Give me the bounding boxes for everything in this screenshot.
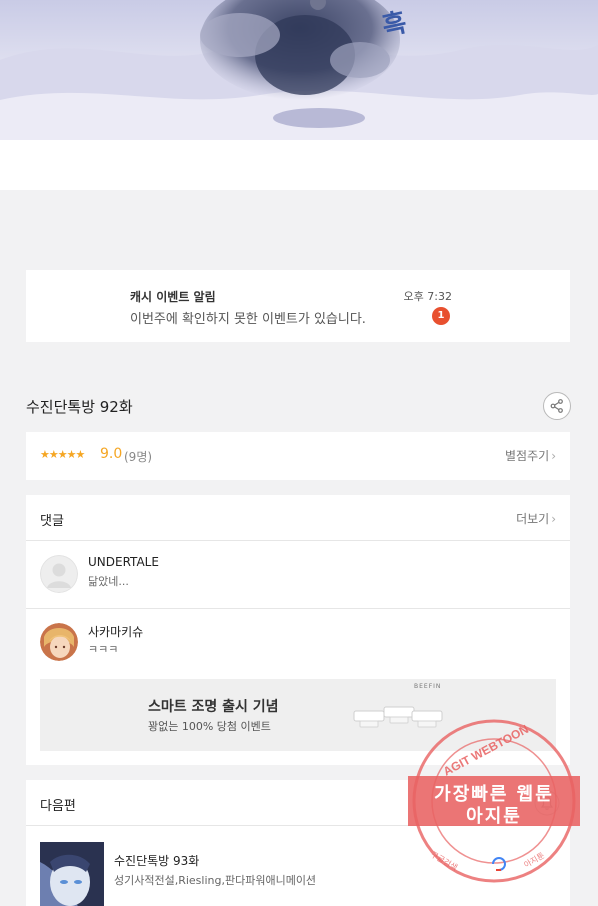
default-avatar-icon <box>40 555 78 593</box>
lamp-product-image <box>353 706 443 728</box>
notification-time: 오후 7:32 <box>403 290 452 303</box>
cash-event-notification[interactable]: 캐시 이벤트 알림 이번주에 확인하지 못한 이벤트가 있습니다. 오후 7:3… <box>26 270 570 342</box>
ad-brand: BEEFIN <box>414 683 442 690</box>
ad-banner[interactable]: 스마트 조명 출시 기념 꽝없는 100% 당첨 이벤트 BEEFIN <box>40 679 556 751</box>
share-icon <box>550 399 563 413</box>
chevron-right-icon: › <box>551 512 556 526</box>
notification-title: 캐시 이벤트 알림 <box>130 290 216 304</box>
avatar <box>40 555 78 593</box>
rating-card: ★★★★★ 9.0 (9명) 별점주기 › <box>26 432 570 480</box>
next-episode-authors: 성기사적전설,Riesling,판다파워애니메이션 <box>114 874 317 887</box>
rating-score: 9.0 <box>100 446 123 462</box>
comments-section: 댓글 더보기 › UNDERTALE 닮았네... 사카마키슈 ㅋㅋㅋ 스마트 … <box>26 495 570 765</box>
comments-title: 댓글 <box>40 514 64 529</box>
user-avatar-image <box>40 623 78 661</box>
notification-badge: 1 <box>432 307 450 325</box>
chevron-right-icon: › <box>551 449 556 463</box>
next-episode-header: 다음편 <box>26 780 570 826</box>
comments-header: 댓글 더보기 › <box>26 495 570 541</box>
comment-item[interactable]: UNDERTALE 닮았네... <box>26 541 570 609</box>
webtoon-panel: 흑 <box>0 0 598 190</box>
comment-author: UNDERTALE <box>88 555 159 569</box>
share-button[interactable] <box>543 392 571 420</box>
comment-author: 사카마키슈 <box>88 625 144 639</box>
webtoon-panel-art <box>0 0 598 190</box>
next-episode-title: 다음편 <box>40 799 76 814</box>
next-episode-name[interactable]: 수진단톡방 93화 <box>114 852 199 869</box>
comment-item[interactable]: 사카마키슈 ㅋㅋㅋ <box>26 609 570 677</box>
comment-text: ㅋㅋㅋ <box>88 643 119 656</box>
more-label: 더보기 <box>516 512 550 526</box>
star-rating-icon: ★★★★★ <box>40 448 85 461</box>
next-episode-thumbnail[interactable] <box>40 842 104 906</box>
notification-message: 이번주에 확인하지 못한 이벤트가 있습니다. <box>130 312 366 327</box>
avatar <box>40 623 78 661</box>
rate-button[interactable]: 별점주기 › <box>505 447 556 464</box>
ad-title: 스마트 조명 출시 기념 <box>148 699 279 715</box>
comment-text: 닮았네... <box>88 575 129 588</box>
bell-icon[interactable] <box>534 790 560 816</box>
rating-count: (9명) <box>124 450 153 464</box>
ad-subtitle: 꽝없는 100% 당첨 이벤트 <box>148 720 271 733</box>
next-episode-section: 다음편 수진단톡방 93화 성기사적전설,Riesling,판다파워애니메이션 <box>26 780 570 906</box>
episode-title: 수진단톡방 92화 <box>26 398 133 416</box>
next-episode-thumbnail-image <box>40 842 104 906</box>
rate-button-label: 별점주기 <box>505 449 550 463</box>
comments-more-button[interactable]: 더보기 › <box>516 510 556 527</box>
